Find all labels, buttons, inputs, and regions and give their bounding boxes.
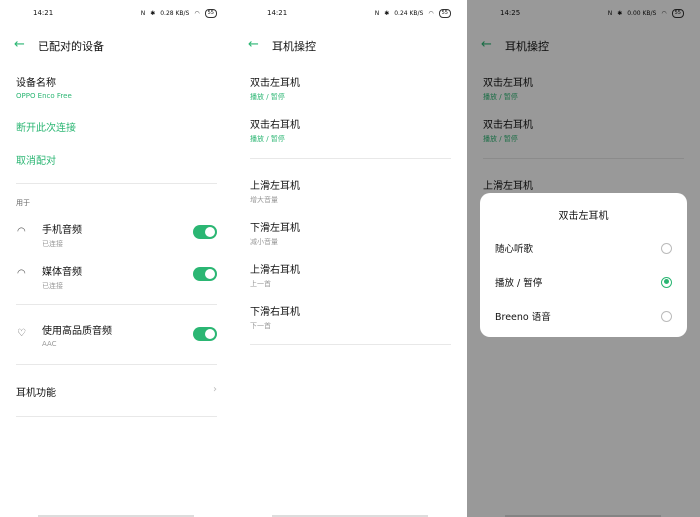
control-label: 上滑右耳机	[250, 265, 300, 276]
item-label: 媒体音频	[42, 267, 82, 278]
control-item[interactable]: 上滑右耳机 上一首	[250, 261, 300, 289]
headset-icon: ◠	[17, 226, 26, 237]
disconnect-link[interactable]: 断开此次连接	[16, 119, 76, 134]
control-item[interactable]: 下滑左耳机 减小音量	[250, 219, 300, 247]
section-label: 用于	[16, 199, 30, 207]
back-arrow-icon[interactable]: ←	[248, 37, 259, 52]
dialog-title: 双击左耳机	[558, 211, 609, 222]
control-value: 播放 / 暂停	[250, 135, 285, 143]
codec-label: AAC	[42, 340, 57, 348]
wifi-icon: ◠	[194, 10, 200, 17]
signal-icon: ✱	[150, 10, 156, 17]
page-title: 已配对的设备	[38, 40, 104, 53]
earphone-features-row[interactable]: 耳机功能	[16, 384, 56, 399]
battery-icon: 55	[438, 9, 451, 18]
divider	[16, 416, 217, 417]
option-label: 播放 / 暂停	[495, 278, 543, 289]
divider	[16, 364, 217, 365]
control-label: 下滑右耳机	[250, 307, 300, 318]
control-item[interactable]: 双击左耳机播放 / 暂停	[250, 74, 300, 102]
control-item[interactable]: 双击右耳机播放 / 暂停	[250, 116, 300, 144]
control-item[interactable]: 上滑左耳机 增大音量	[250, 177, 300, 205]
device-name-row[interactable]: 设备名称 OPPO Enco Free	[16, 74, 72, 100]
nfc-icon: N	[140, 10, 146, 17]
unpair-link[interactable]: 取消配对	[16, 152, 56, 167]
dialog-option[interactable]: Breeno 语音	[495, 309, 672, 323]
control-value: 增大音量	[250, 196, 278, 204]
status-time: 14:21	[267, 9, 288, 17]
media-audio-toggle[interactable]	[193, 267, 217, 281]
phone-audio-toggle[interactable]	[193, 225, 217, 239]
hq-audio-toggle[interactable]	[193, 327, 217, 341]
option-dialog: 双击左耳机 随心听歌 播放 / 暂停 Breeno 语音	[480, 193, 687, 337]
media-audio-row: 媒体音频 已连接	[42, 263, 82, 291]
control-value: 下一首	[250, 322, 271, 330]
wifi-icon: ◠	[428, 10, 434, 17]
item-label: 使用高品质音频	[42, 326, 112, 337]
option-label: 随心听歌	[495, 244, 534, 255]
option-label: Breeno 语音	[495, 312, 551, 323]
status-time: 14:21	[33, 9, 54, 17]
item-status: 已连接	[42, 240, 63, 248]
control-value: 减小音量	[250, 238, 278, 246]
divider	[250, 158, 451, 159]
controls-screen: 14:21 N ✱ 0.24 KB/S ◠ 55 ← 耳机操控 双击左耳机播放 / 暂停…	[234, 0, 467, 517]
controls-dialog-screen: 14:25 N ✱ 0.00 KB/S ◠ 55 ← 耳机操控 双击左耳机 播放 / 暂停…	[467, 0, 700, 517]
control-label: 双击右耳机	[250, 120, 300, 131]
control-value: 上一首	[250, 280, 271, 288]
status-bar: 14:21 N ✱ 0.24 KB/S ◠ 55	[234, 9, 467, 21]
net-speed: 0.24 KB/S	[394, 10, 424, 17]
dialog-option[interactable]: 随心听歌	[495, 241, 672, 255]
radio-button-selected[interactable]	[661, 276, 672, 288]
radio-button[interactable]	[661, 242, 672, 254]
divider	[16, 183, 217, 184]
paired-device-screen: 14:21 N ✱ 0.28 KB/S ◠ 55 ← 已配对的设备 设备名称 OPPO …	[0, 0, 233, 517]
control-item[interactable]: 下滑右耳机 下一首	[250, 303, 300, 331]
battery-icon: 55	[204, 9, 217, 18]
chevron-right-icon: ›	[213, 384, 217, 395]
device-name-value: OPPO Enco Free	[16, 92, 72, 100]
headphones-icon: ◠	[17, 268, 26, 279]
divider	[250, 344, 451, 345]
control-label: 双击左耳机	[250, 78, 300, 89]
control-label: 上滑左耳机	[250, 181, 300, 192]
dialog-option[interactable]: 播放 / 暂停	[495, 275, 672, 289]
radio-button[interactable]	[661, 310, 672, 322]
divider	[16, 304, 217, 305]
page-title: 耳机操控	[272, 40, 316, 53]
status-bar: 14:21 N ✱ 0.28 KB/S ◠ 55	[0, 9, 233, 21]
phone-audio-row: 手机音频 已连接	[42, 221, 82, 249]
control-value: 播放 / 暂停	[250, 93, 285, 101]
item-label: 手机音频	[42, 225, 82, 236]
hq-audio-icon: ♡	[17, 328, 26, 339]
net-speed: 0.28 KB/S	[160, 10, 190, 17]
signal-icon: ✱	[384, 10, 390, 17]
control-label: 下滑左耳机	[250, 223, 300, 234]
item-status: 已连接	[42, 282, 63, 290]
back-arrow-icon[interactable]: ←	[14, 37, 25, 52]
hq-audio-row: 使用高品质音频 AAC	[42, 322, 112, 348]
nfc-icon: N	[374, 10, 380, 17]
device-name-label: 设备名称	[16, 78, 56, 89]
